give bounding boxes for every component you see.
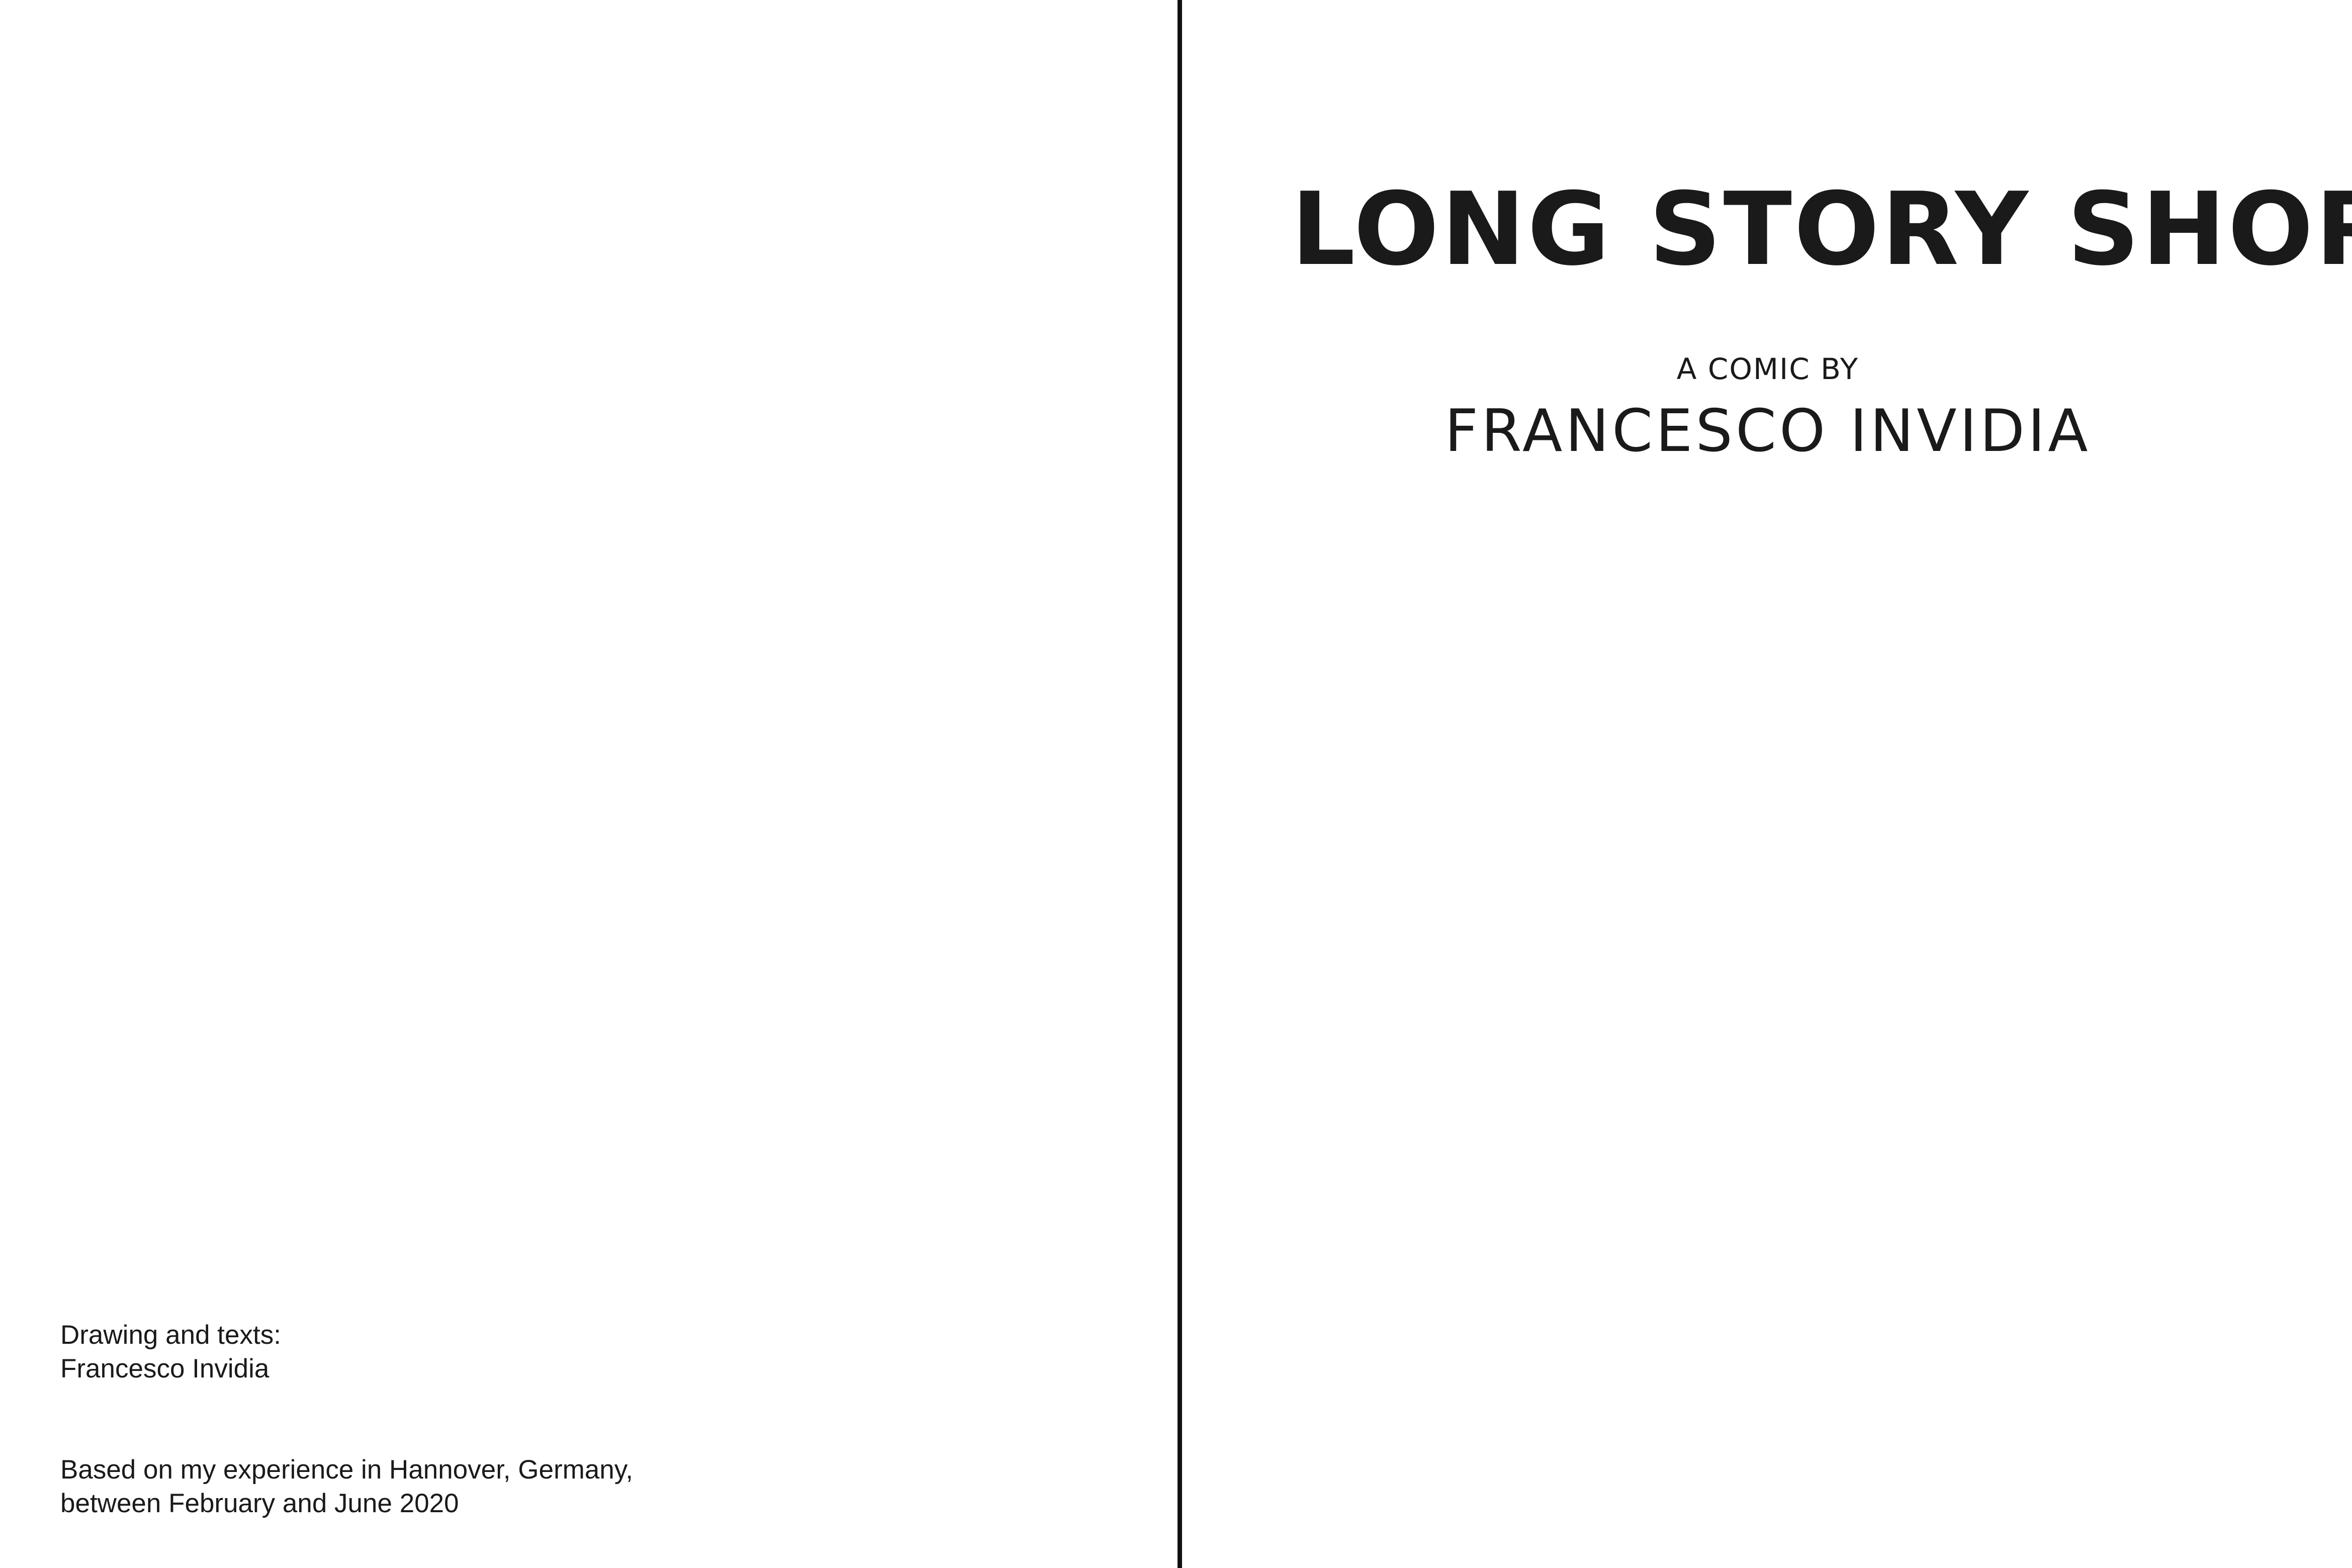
right-page: LONG STORY SHORT A COMIC BY FRANCESCO IN…	[1184, 0, 2352, 1568]
page-divider	[1178, 0, 1182, 1568]
author-name: FRANCESCO INVIDIA	[1444, 397, 2091, 465]
credits-heading: Drawing and texts:	[60, 1320, 281, 1350]
byline: A COMIC BY	[1676, 352, 1859, 386]
source-note-line-1: Based on my experience in Hannover, Germ…	[60, 1455, 634, 1485]
book-spread: Drawing and texts: Francesco Invidia Bas…	[0, 0, 2352, 1568]
left-page: Drawing and texts: Francesco Invidia Bas…	[0, 0, 1178, 1568]
book-title: LONG STORY SHORT	[1291, 171, 2352, 288]
credits-block: Drawing and texts: Francesco Invidia	[60, 1318, 281, 1386]
source-note-block: Based on my experience in Hannover, Germ…	[60, 1453, 633, 1520]
credits-author-name: Francesco Invidia	[60, 1354, 269, 1383]
source-note-line-2: between February and June 2020	[60, 1489, 459, 1518]
